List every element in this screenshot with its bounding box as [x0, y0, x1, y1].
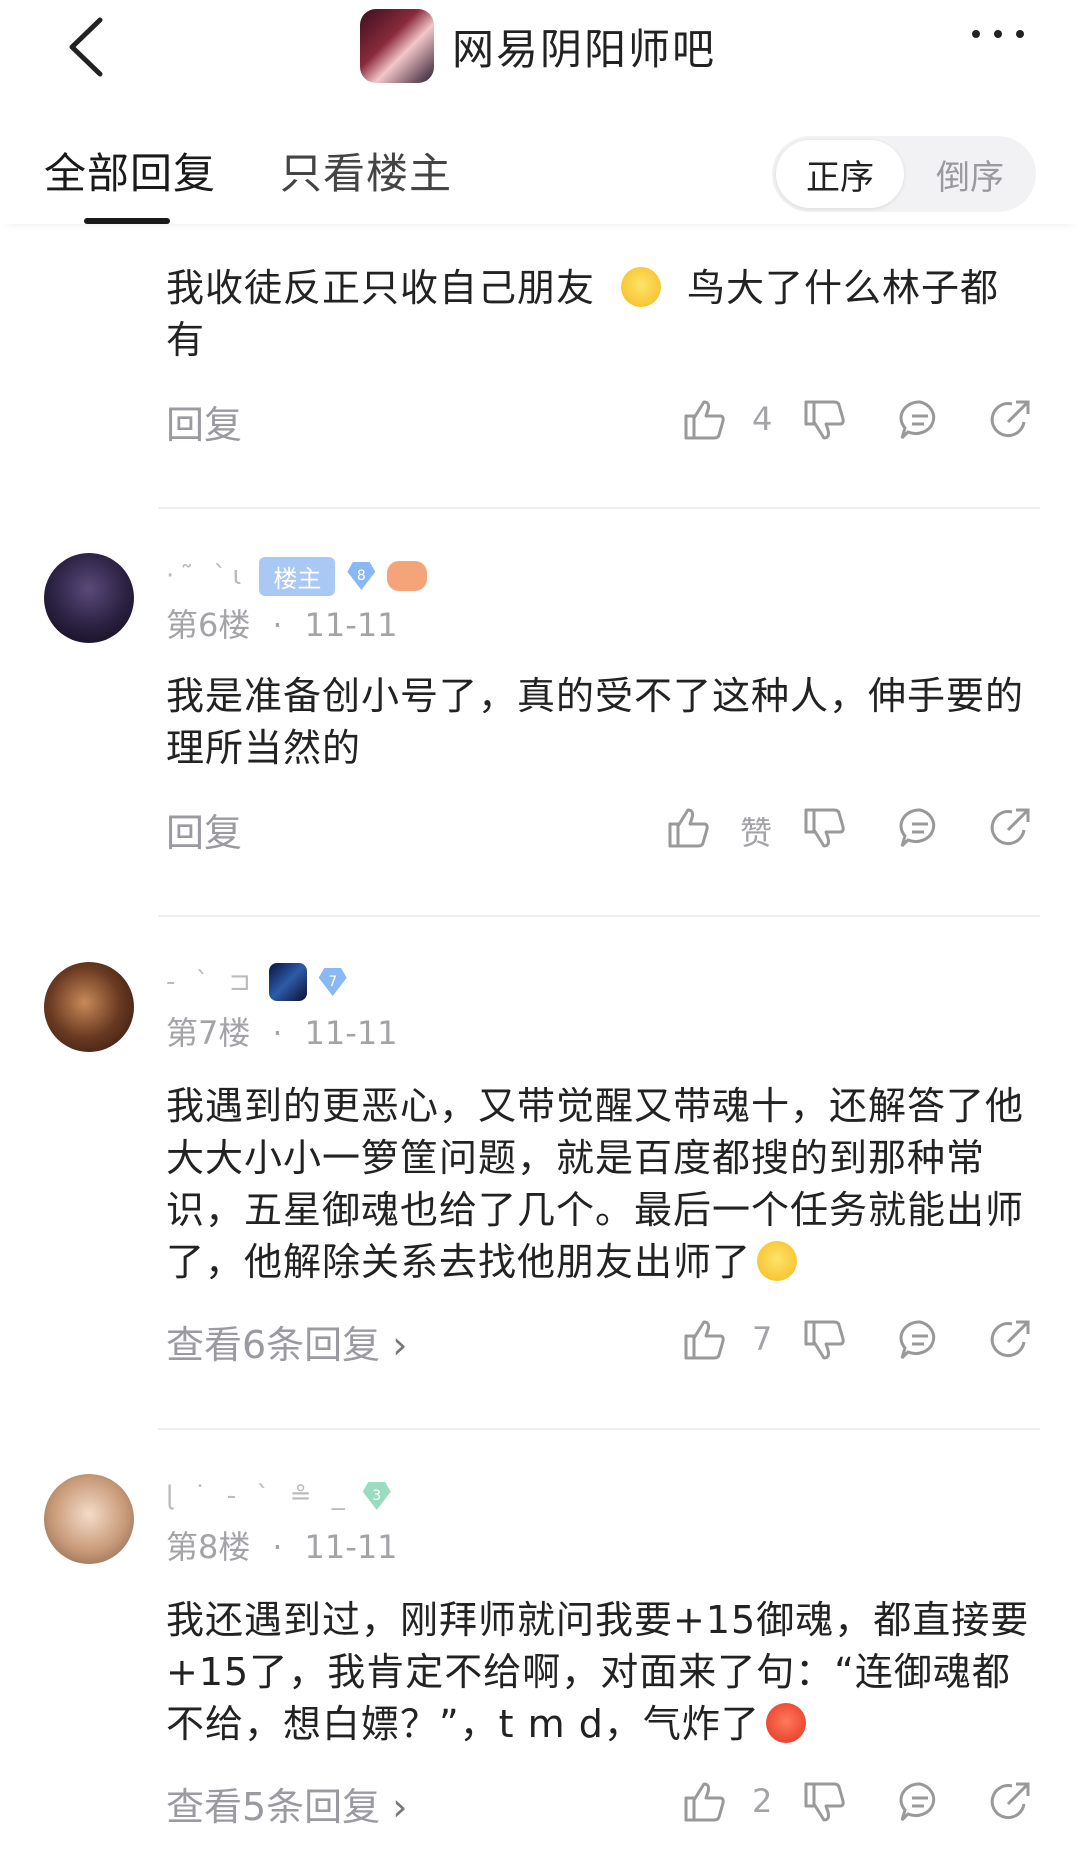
reply-button[interactable]: 回复 — [166, 802, 242, 857]
like-count: 赞 — [740, 814, 773, 852]
user-info-row: - ` ⊐ 7 — [166, 962, 347, 1002]
post-meta: 第6楼 · 11-11 — [166, 606, 398, 644]
emoji-angry-icon — [765, 1703, 806, 1743]
level-badge-icon: 8 — [347, 562, 376, 590]
owner-badge: 楼主 — [259, 556, 336, 596]
thumbs-down-icon[interactable] — [800, 396, 848, 444]
like-count: 2 — [752, 1782, 773, 1820]
forum-header[interactable]: 网易阴阳师吧 — [360, 6, 716, 86]
post-divider — [158, 1428, 1040, 1430]
post-meta: 第7楼 · 11-11 — [166, 1014, 398, 1052]
user-info-row: ·˜ `ι 楼主 8 — [166, 556, 428, 596]
avatar[interactable] — [44, 962, 134, 1052]
tab-only-op[interactable]: 只看楼主 — [280, 140, 452, 201]
active-tab-indicator — [84, 218, 170, 224]
sort-asc-button[interactable]: 正序 — [776, 150, 904, 199]
post-actions: 查看5条回复 › 2 — [0, 1772, 1080, 1832]
comment-icon[interactable] — [896, 804, 944, 852]
username[interactable]: ·˜ `ι — [166, 561, 247, 591]
comment-icon[interactable] — [896, 1316, 944, 1364]
emoji-smile-icon — [757, 1241, 798, 1281]
post-actions: 回复 4 — [0, 390, 1080, 450]
view-replies-link[interactable]: 查看5条回复 › — [166, 1776, 407, 1831]
thumbs-up-icon[interactable] — [664, 804, 712, 852]
post-content: 我是准备创小号了，真的受不了这种人，伸手要的理所当然的 — [166, 674, 1025, 770]
top-bar: 网易阴阳师吧 — [0, 0, 1080, 100]
forum-avatar[interactable] — [360, 9, 434, 83]
like-count: 4 — [752, 400, 773, 438]
thumbs-down-icon[interactable] — [800, 804, 848, 852]
post-actions: 查看6条回复 › 7 — [0, 1310, 1080, 1370]
view-replies-link[interactable]: 查看6条回复 › — [166, 1314, 407, 1369]
like-count: 7 — [752, 1320, 773, 1358]
avatar[interactable] — [44, 1474, 134, 1564]
tab-all-replies[interactable]: 全部回复 — [44, 140, 216, 201]
post-content: 我还遇到过，刚拜师就问我要+15御魂，都直接要+15了，我肯定不给啊，对面来了句… — [166, 1598, 1030, 1746]
post-divider — [158, 507, 1040, 509]
chevron-right-icon: › — [392, 1785, 408, 1829]
avatar[interactable] — [44, 553, 134, 643]
user-info-row: ɭ ˙ - ` ≗ _ 3 — [166, 1476, 391, 1516]
back-arrow-icon[interactable] — [60, 14, 120, 80]
thumbs-down-icon[interactable] — [800, 1778, 848, 1826]
share-icon[interactable] — [986, 804, 1034, 852]
game-badge-icon — [387, 561, 428, 591]
username[interactable]: ɭ ˙ - ` ≗ _ — [166, 1481, 351, 1511]
forum-name[interactable]: 网易阴阳师吧 — [452, 16, 716, 77]
emoji-pensive-icon — [621, 267, 662, 307]
chevron-right-icon: › — [392, 1323, 408, 1367]
comment-icon[interactable] — [896, 396, 944, 444]
reply-tabs: 全部回复 只看楼主 正序 倒序 — [0, 100, 1080, 224]
reply-button[interactable]: 回复 — [166, 394, 242, 449]
starry-badge-icon — [268, 963, 307, 1001]
thumbs-up-icon[interactable] — [680, 396, 728, 444]
post-meta: 第8楼 · 11-11 — [166, 1528, 398, 1566]
thumbs-up-icon[interactable] — [680, 1778, 728, 1826]
level-badge-icon: 7 — [318, 968, 347, 996]
share-icon[interactable] — [986, 1316, 1034, 1364]
sort-desc-button[interactable]: 倒序 — [906, 150, 1034, 199]
post-divider — [158, 915, 1040, 917]
post-content: 我收徒反正只收自己朋友 鸟大了什么林子都有 — [166, 266, 1000, 362]
sort-toggle[interactable]: 正序 倒序 — [772, 136, 1036, 212]
comment-icon[interactable] — [896, 1778, 944, 1826]
share-icon[interactable] — [986, 396, 1034, 444]
level-badge-icon: 3 — [362, 1482, 391, 1510]
username[interactable]: - ` ⊐ — [166, 967, 257, 997]
post-actions: 回复 赞 — [0, 798, 1080, 858]
share-icon[interactable] — [986, 1778, 1034, 1826]
more-options-icon[interactable] — [972, 30, 1024, 38]
thumbs-up-icon[interactable] — [680, 1316, 728, 1364]
post-content: 我遇到的更恶心，又带觉醒又带魂十，还解答了他大大小小一箩筐问题，就是百度都搜的到… — [166, 1084, 1025, 1284]
thumbs-down-icon[interactable] — [800, 1316, 848, 1364]
